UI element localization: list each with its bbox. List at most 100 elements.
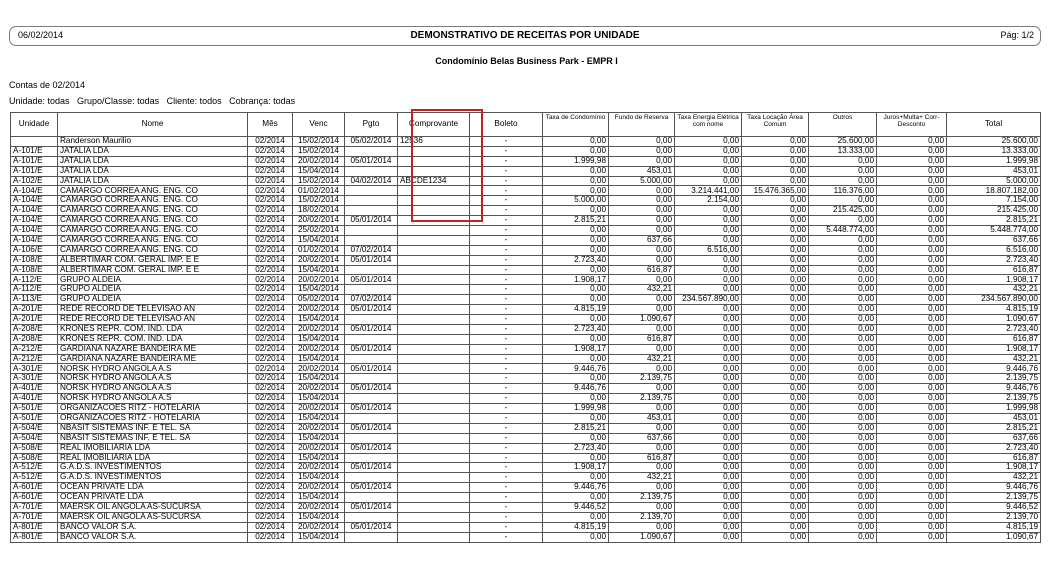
cell-boleto: - (469, 205, 543, 217)
cell-boleto: - (469, 185, 543, 197)
cell-taxa-energia: 0,00 (674, 314, 742, 325)
cell-taxa-energia: 0,00 (674, 146, 742, 157)
cell-taxa-locacao: 0,00 (741, 205, 809, 217)
cell-taxa-locacao: 0,00 (741, 482, 809, 494)
cell-mes: 02/2014 (247, 512, 293, 523)
cell-nome: NBASIT SISTEMAS INF. E TEL. SA (57, 433, 248, 444)
col-pgto: Pgto (344, 112, 398, 137)
cell-taxa-locacao: 0,00 (741, 215, 809, 227)
cell-fundo-reserva: 0,00 (608, 205, 675, 217)
cell-taxa-locacao: 0,00 (741, 284, 809, 296)
cell-comprovante (397, 156, 470, 167)
col-taxa-energia: Taxa Energia Elétrica com nome (674, 112, 742, 137)
cell-juros-multa: 0,00 (876, 502, 947, 513)
cell-outros: 215.425,00 (808, 205, 877, 217)
cell-taxa-locacao: 15.476.365,00 (741, 185, 809, 197)
cell-nome: CAMARGO CORREA ANG. ENG. CO (57, 195, 248, 207)
cell-venc: 01/02/2014 (292, 245, 345, 256)
cell-boleto: - (469, 265, 543, 276)
cell-pgto (344, 166, 398, 177)
cell-taxa-condominio: 0,00 (542, 373, 609, 385)
cell-juros-multa: 0,00 (876, 205, 947, 217)
cell-outros: 0,00 (808, 522, 877, 533)
cell-taxa-energia: 0,00 (674, 354, 742, 365)
cell-unidade: A-212/E (10, 354, 58, 365)
cell-boleto: - (469, 532, 543, 543)
cell-comprovante (397, 304, 470, 316)
cell-unidade: A-508/E (10, 443, 58, 454)
cell-fundo-reserva: 0,00 (608, 304, 675, 316)
cell-outros: 13.333,00 (808, 146, 877, 157)
report-header: 06/02/2014 DEMONSTRATIVO DE RECEITAS POR… (9, 26, 1041, 46)
cell-boleto: - (469, 235, 543, 246)
cell-boleto: - (469, 284, 543, 296)
cell-juros-multa: 0,00 (876, 443, 947, 454)
cell-comprovante (397, 225, 470, 236)
cell-fundo-reserva: 616,87 (608, 334, 675, 345)
cell-taxa-locacao: 0,00 (741, 443, 809, 454)
revenue-table: Unidade Nome Mês Venc Pgto Comprovante B… (10, 112, 1041, 543)
cell-venc: 15/02/2014 (292, 146, 345, 157)
cell-total: 25.600,00 (946, 136, 1041, 147)
cell-taxa-locacao: 0,00 (741, 344, 809, 355)
col-unidade: Unidade (10, 112, 58, 137)
cell-total: 616,87 (946, 265, 1041, 276)
cell-outros: 0,00 (808, 324, 877, 335)
cell-pgto: 05/01/2014 (344, 274, 398, 286)
cell-juros-multa: 0,00 (876, 294, 947, 306)
cell-juros-multa: 0,00 (876, 146, 947, 157)
cell-venc: 15/04/2014 (292, 314, 345, 325)
cell-juros-multa: 0,00 (876, 482, 947, 494)
cell-taxa-condominio: 0,00 (542, 185, 609, 197)
cell-boleto: - (469, 255, 543, 266)
cell-mes: 02/2014 (247, 304, 293, 316)
cell-taxa-locacao: 0,00 (741, 492, 809, 503)
cell-comprovante: 12536 (397, 136, 470, 147)
cell-mes: 02/2014 (247, 472, 293, 484)
cell-outros: 116.376,00 (808, 185, 877, 197)
cell-taxa-energia: 0,00 (674, 453, 742, 464)
table-row: A-104/E CAMARGO CORREA ANG. ENG. CO 02/201… (10, 235, 1041, 246)
cell-unidade: A-512/E (10, 462, 58, 474)
cell-taxa-energia: 6.516,00 (674, 245, 742, 256)
cell-total: 7.154,00 (946, 195, 1041, 207)
cell-nome: BANCO VALOR S.A. (57, 522, 248, 533)
cell-mes: 02/2014 (247, 354, 293, 365)
cell-taxa-condominio: 0,00 (542, 235, 609, 246)
cell-nome: CAMARGO CORREA ANG. ENG. CO (57, 205, 248, 217)
cell-juros-multa: 0,00 (876, 245, 947, 256)
cell-pgto: 05/01/2014 (344, 403, 398, 414)
cell-nome: KRONES REPR. COM. IND. LDA (57, 334, 248, 345)
cell-juros-multa: 0,00 (876, 393, 947, 405)
cell-total: 2.139,75 (946, 393, 1041, 405)
cell-taxa-condominio: 0,00 (542, 433, 609, 444)
cell-pgto: 05/01/2014 (344, 383, 398, 395)
cell-fundo-reserva: 0,00 (608, 502, 675, 513)
cell-outros: 0,00 (808, 512, 877, 523)
cell-fundo-reserva: 0,00 (608, 255, 675, 266)
cell-boleto: - (469, 304, 543, 316)
cell-venc: 15/04/2014 (292, 472, 345, 484)
cell-venc: 25/02/2014 (292, 225, 345, 236)
cell-taxa-energia: 0,00 (674, 423, 742, 434)
cell-total: 637,66 (946, 235, 1041, 246)
cell-unidade: A-508/E (10, 453, 58, 464)
cell-nome: CAMARGO CORREA ANG. ENG. CO (57, 235, 248, 246)
cell-nome: REAL IMOBILIARIA LDA (57, 443, 248, 454)
cell-total: 215.425,00 (946, 205, 1041, 217)
table-row: A-512/E G.A.D.S. INVESTIMENTOS 02/2014 20/0… (10, 462, 1041, 474)
cell-outros: 0,00 (808, 304, 877, 316)
cell-boleto: - (469, 492, 543, 503)
cell-outros: 0,00 (808, 176, 877, 187)
table-row: A-401/E NORSK HYDRO ANGOLA A.S 02/2014 20/0… (10, 383, 1041, 395)
cell-venc: 15/04/2014 (292, 413, 345, 424)
cell-juros-multa: 0,00 (876, 235, 947, 246)
cell-mes: 02/2014 (247, 176, 293, 187)
cell-total: 1.908,17 (946, 274, 1041, 286)
cell-boleto: - (469, 413, 543, 424)
cell-unidade: A-101/E (10, 156, 58, 167)
cell-juros-multa: 0,00 (876, 314, 947, 325)
cell-juros-multa: 0,00 (876, 255, 947, 266)
cell-fundo-reserva: 616,87 (608, 453, 675, 464)
cell-taxa-condominio: 2.815,21 (542, 215, 609, 227)
